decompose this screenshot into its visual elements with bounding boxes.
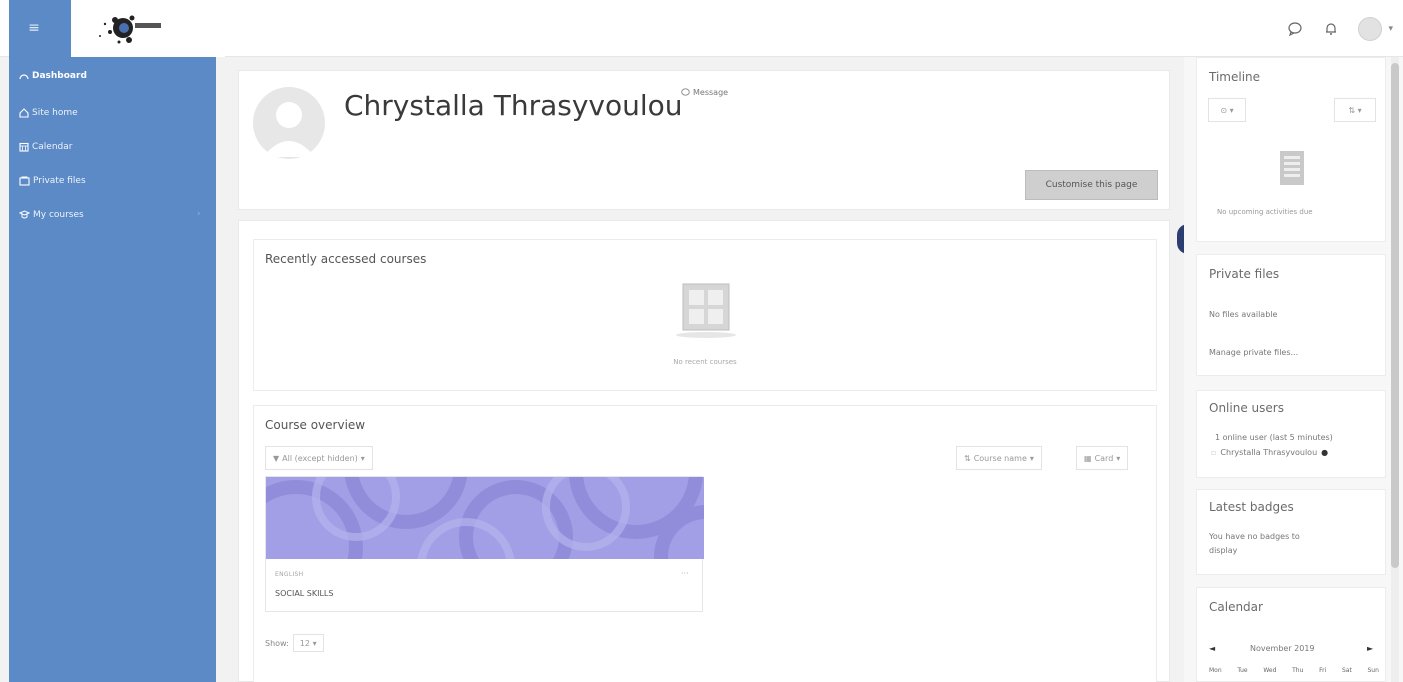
sort-label: Course name [973,453,1027,463]
calendar-month: November 2019 [1250,644,1315,653]
user-icon: ▫ [1211,448,1217,457]
online-user-name: Chrystalla Thrasyvoulou [1220,448,1318,457]
chevron-down-icon[interactable]: ▾ [1388,24,1393,34]
weekday-label: Fri [1319,667,1327,674]
main-content: Recently accessed courses No recent cour… [238,220,1170,682]
home-icon [19,108,29,118]
block-title: Private files [1209,267,1280,281]
online-users-block: Online users 1 online user (last 5 minut… [1196,390,1386,478]
page-header: Chrystalla Thrasyvoulou Message Customis… [238,70,1170,210]
calendar-next-icon[interactable]: ► [1367,644,1373,653]
grid-icon: ▦ [1084,453,1092,463]
sidebar-item-label: My courses [33,210,84,220]
customise-page-button[interactable]: Customise this page [1025,170,1158,200]
view-label: Card [1094,453,1114,463]
top-navbar: ≡ ▾ [0,0,1403,57]
manage-files-link[interactable]: Manage private files... [1209,348,1298,357]
calendar-prev-icon[interactable]: ◄ [1209,644,1215,653]
more-options-icon[interactable]: ··· [681,569,689,578]
empty-message: No files available [1209,310,1278,319]
site-logo[interactable] [71,0,225,57]
block-title: Latest badges [1209,500,1294,514]
notifications-bell-icon[interactable] [1322,20,1340,38]
block-region-right: Timeline ⊙ ▾ ⇅ ▾ No upcoming activities … [1184,57,1403,682]
weekday-label: Mon [1209,667,1222,674]
badges-message-line: display [1209,546,1238,555]
page-scrollbar[interactable] [1391,57,1399,682]
recent-courses-block: Recently accessed courses No recent cour… [253,239,1157,391]
show-count-value: 12 [299,638,311,648]
timeline-filter-dropdown[interactable]: ⊙ ▾ [1208,98,1246,122]
sidebar-item-site-home[interactable]: Site home [19,104,78,122]
calendar-block: Calendar ◄ November 2019 ► Mon Tue Wed T… [1196,587,1386,682]
calendar-weekdays: Mon Tue Wed Thu Fri Sat Sun [1209,667,1379,674]
message-label: Message [693,88,729,97]
view-dropdown[interactable]: ▦ Card ▾ [1076,446,1129,470]
navbar-drawer-area: ≡ [9,0,225,57]
block-title: Course overview [265,418,366,432]
chevron-down-icon: ▾ [312,638,317,648]
badges-block: Latest badges You have no badges to disp… [1196,489,1386,575]
course-name-link[interactable]: SOCIAL SKILLS [275,589,333,598]
private-files-block: Private files No files available Manage … [1196,254,1386,376]
course-category: ENGLISH [275,571,304,578]
page-title: Chrystalla Thrasyvoulou [344,89,683,122]
timeline-sort-dropdown[interactable]: ⇅ ▾ [1334,98,1376,122]
sort-icon: ⇅ [964,453,971,463]
course-card[interactable]: ENGLISH SOCIAL SKILLS ··· [265,476,704,612]
courses-icon [19,210,30,219]
show-label: Show: [265,638,289,648]
file-icon [19,176,30,186]
paging-control: Show: 12 ▾ [265,634,324,652]
course-image[interactable] [266,477,704,559]
timeline-block: Timeline ⊙ ▾ ⇅ ▾ No upcoming activities … [1196,57,1386,242]
badges-message-line: You have no badges to [1209,532,1300,541]
block-title: Calendar [1209,600,1263,614]
empty-message: No recent courses [673,358,737,366]
block-title: Online users [1209,401,1284,415]
sidebar-item-label: Site home [32,108,78,118]
sidebar-item-calendar[interactable]: Calendar [19,138,72,156]
user-avatar [253,87,325,159]
empty-courses-icon [676,283,736,338]
weekday-label: Tue [1237,667,1248,674]
message-dot-icon[interactable]: ● [1321,448,1328,457]
weekday-label: Sat [1341,667,1352,674]
filter-icon: ▼ [273,453,280,463]
course-filter-dropdown[interactable]: ▼ All (except hidden) ▾ [265,446,373,470]
sidebar-item-label: Dashboard [32,71,87,81]
user-menu-avatar[interactable] [1358,17,1383,41]
sidebar-item-label: Calendar [32,142,73,152]
sort-dropdown[interactable]: ⇅ Course name ▾ [956,446,1042,470]
sidebar-item-label: Private files [33,176,86,186]
message-icon [681,88,690,96]
empty-message: No upcoming activities due [1217,208,1313,216]
weekday-label: Wed [1263,667,1277,674]
filter-label: All (except hidden) [282,453,358,463]
scrollbar-thumb[interactable] [1391,63,1399,568]
nav-drawer: Dashboard Site home Calendar Private fil… [9,57,216,682]
dashboard-icon [19,74,29,80]
calendar-icon [19,142,29,152]
weekday-label: Thu [1292,667,1304,674]
chevron-down-icon: ▾ [1029,453,1034,463]
block-title: Recently accessed courses [265,252,427,266]
chevron-down-icon: ▾ [1116,453,1121,463]
online-user-item[interactable]: ▫ Chrystalla Thrasyvoulou ● [1211,448,1328,457]
chevron-down-icon: ▾ [360,453,365,463]
sidebar-item-dashboard[interactable]: Dashboard [19,67,87,85]
sidebar-item-my-courses[interactable]: My courses [19,206,84,224]
online-summary: 1 online user (last 5 minutes) [1215,433,1333,442]
timeline-empty-icon [1280,151,1304,185]
message-link[interactable]: Message [681,88,728,97]
block-title: Timeline [1209,70,1261,84]
hamburger-menu-icon[interactable]: ≡ [27,20,41,36]
chevron-right-icon[interactable]: › [197,209,201,219]
weekday-label: Sun [1367,667,1379,674]
messages-icon[interactable] [1286,20,1304,38]
show-count-dropdown[interactable]: 12 ▾ [292,634,324,652]
sidebar-item-private-files[interactable]: Private files [19,172,86,190]
course-overview-block: Course overview ▼ All (except hidden) ▾ … [253,405,1157,682]
